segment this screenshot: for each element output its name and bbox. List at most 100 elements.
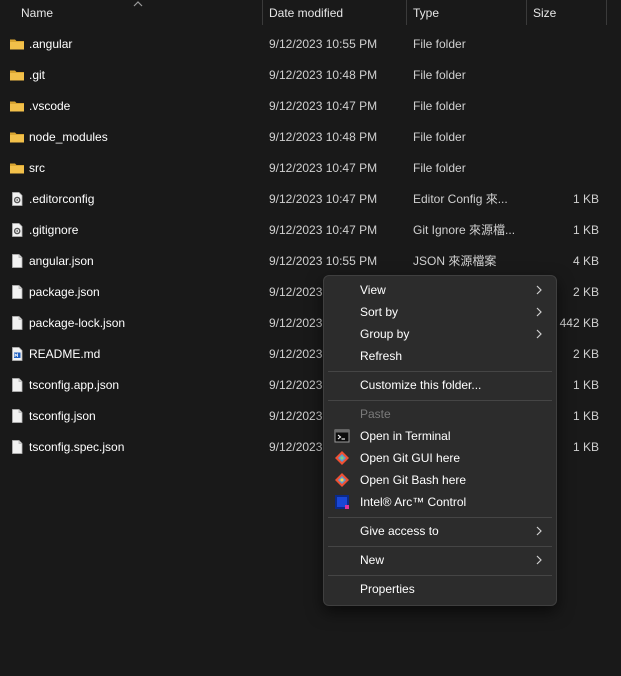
file-type: File folder bbox=[413, 37, 466, 51]
file-icon bbox=[9, 377, 25, 393]
file-date-modified: 9/12/2023 bbox=[269, 378, 323, 392]
menu-item-properties[interactable]: Properties bbox=[328, 578, 552, 600]
folder-icon bbox=[9, 129, 25, 145]
column-divider[interactable] bbox=[262, 0, 263, 25]
file-row[interactable]: .vscode 9/12/2023 10:47 PM File folder bbox=[0, 91, 621, 122]
folder-icon bbox=[9, 67, 25, 83]
file-type: Git Ignore 來源檔... bbox=[413, 223, 516, 237]
file-row[interactable]: .editorconfig 9/12/2023 10:47 PM Editor Co… bbox=[0, 184, 621, 215]
file-name: tsconfig.json bbox=[29, 409, 96, 423]
menu-separator bbox=[328, 575, 552, 576]
file-icon bbox=[9, 408, 25, 424]
column-type[interactable]: Type bbox=[413, 0, 439, 25]
menu-item-sort-by[interactable]: Sort by bbox=[328, 301, 552, 323]
file-date-modified: 9/12/2023 bbox=[269, 440, 323, 454]
menu-item-label: Open in Terminal bbox=[360, 429, 451, 443]
git-gui-icon bbox=[335, 451, 349, 465]
menu-item-git-bash[interactable]: Open Git Bash here bbox=[328, 469, 552, 491]
file-type: File folder bbox=[413, 161, 466, 175]
file-size: 4 KB bbox=[572, 254, 599, 268]
menu-separator bbox=[328, 517, 552, 518]
menu-item-view[interactable]: View bbox=[328, 279, 552, 301]
chevron-right-icon bbox=[536, 285, 542, 295]
column-size[interactable]: Size bbox=[533, 0, 556, 25]
file-size: 1 KB bbox=[572, 223, 599, 237]
git-bash-icon bbox=[335, 473, 349, 487]
markdown-file-icon bbox=[9, 346, 25, 362]
file-row[interactable]: node_modules 9/12/2023 10:48 PM File folde… bbox=[0, 122, 621, 153]
file-size: 1 KB bbox=[572, 440, 599, 454]
menu-separator bbox=[328, 400, 552, 401]
file-row[interactable]: .gitignore 9/12/2023 10:47 PM Git Ignore 來… bbox=[0, 215, 621, 246]
column-divider[interactable] bbox=[406, 0, 407, 25]
column-name[interactable]: Name bbox=[21, 0, 53, 25]
file-name: node_modules bbox=[29, 130, 108, 144]
menu-item-group-by[interactable]: Group by bbox=[328, 323, 552, 345]
column-divider[interactable] bbox=[606, 0, 607, 25]
menu-item-give-access[interactable]: Give access to bbox=[328, 520, 552, 542]
context-menu: View Sort by Group by Refresh Customize … bbox=[323, 275, 557, 606]
file-size: 1 KB bbox=[572, 378, 599, 392]
file-date-modified: 9/12/2023 bbox=[269, 316, 323, 330]
file-name: .editorconfig bbox=[29, 192, 95, 206]
file-name: tsconfig.app.json bbox=[29, 378, 120, 392]
file-type: File folder bbox=[413, 99, 466, 113]
chevron-right-icon bbox=[536, 307, 542, 317]
menu-item-label: Paste bbox=[360, 407, 391, 421]
file-name: .vscode bbox=[29, 99, 71, 113]
config-file-icon bbox=[9, 222, 25, 238]
menu-item-customize-folder[interactable]: Customize this folder... bbox=[328, 374, 552, 396]
file-row[interactable]: angular.json 9/12/2023 10:55 PM JSON 來源檔案 4… bbox=[0, 246, 621, 277]
file-name: README.md bbox=[29, 347, 101, 361]
menu-item-label: Open Git GUI here bbox=[360, 451, 461, 465]
file-name: .angular bbox=[29, 37, 73, 51]
file-name: .git bbox=[29, 68, 46, 82]
file-date-modified: 9/12/2023 10:47 PM bbox=[269, 99, 378, 113]
chevron-right-icon bbox=[536, 555, 542, 565]
column-divider[interactable] bbox=[526, 0, 527, 25]
file-size: 2 KB bbox=[572, 347, 599, 361]
file-icon bbox=[9, 284, 25, 300]
menu-item-label: Give access to bbox=[360, 524, 439, 538]
file-date-modified: 9/12/2023 10:47 PM bbox=[269, 192, 378, 206]
sort-ascending-icon bbox=[133, 1, 143, 7]
terminal-icon bbox=[334, 429, 350, 443]
file-row[interactable]: .git 9/12/2023 10:48 PM File folder bbox=[0, 60, 621, 91]
file-type: Editor Config 來... bbox=[413, 192, 508, 206]
folder-icon bbox=[9, 98, 25, 114]
file-date-modified: 9/12/2023 10:55 PM bbox=[269, 254, 378, 268]
menu-separator bbox=[328, 546, 552, 547]
menu-item-label: Intel® Arc™ Control bbox=[360, 495, 467, 509]
file-size: 442 KB bbox=[559, 316, 599, 330]
chevron-right-icon bbox=[536, 329, 542, 339]
file-date-modified: 9/12/2023 10:48 PM bbox=[269, 68, 378, 82]
file-row[interactable]: src 9/12/2023 10:47 PM File folder bbox=[0, 153, 621, 184]
file-size: 2 KB bbox=[572, 285, 599, 299]
menu-item-new[interactable]: New bbox=[328, 549, 552, 571]
file-name: .gitignore bbox=[29, 223, 79, 237]
menu-item-label: Refresh bbox=[360, 349, 403, 363]
file-date-modified: 9/12/2023 10:55 PM bbox=[269, 37, 378, 51]
menu-item-refresh[interactable]: Refresh bbox=[328, 345, 552, 367]
column-date-modified[interactable]: Date modified bbox=[269, 0, 343, 25]
menu-item-intel-arc-control[interactable]: Intel® Arc™ Control bbox=[328, 491, 552, 513]
menu-item-paste: Paste bbox=[328, 403, 552, 425]
file-type: File folder bbox=[413, 130, 466, 144]
file-date-modified: 9/12/2023 bbox=[269, 347, 323, 361]
folder-icon bbox=[9, 160, 25, 176]
file-date-modified: 9/12/2023 10:47 PM bbox=[269, 161, 378, 175]
menu-item-git-gui[interactable]: Open Git GUI here bbox=[328, 447, 552, 469]
menu-item-label: Properties bbox=[360, 582, 415, 596]
file-size: 1 KB bbox=[572, 192, 599, 206]
file-date-modified: 9/12/2023 bbox=[269, 409, 323, 423]
intel-arc-icon bbox=[335, 495, 349, 509]
file-name: angular.json bbox=[29, 254, 94, 268]
chevron-right-icon bbox=[536, 526, 542, 536]
file-icon bbox=[9, 253, 25, 269]
menu-item-open-terminal[interactable]: Open in Terminal bbox=[328, 425, 552, 447]
file-row[interactable]: .angular 9/12/2023 10:55 PM File folder bbox=[0, 29, 621, 60]
file-date-modified: 9/12/2023 10:48 PM bbox=[269, 130, 378, 144]
file-icon bbox=[9, 315, 25, 331]
menu-item-label: View bbox=[360, 283, 386, 297]
file-name: src bbox=[29, 161, 45, 175]
